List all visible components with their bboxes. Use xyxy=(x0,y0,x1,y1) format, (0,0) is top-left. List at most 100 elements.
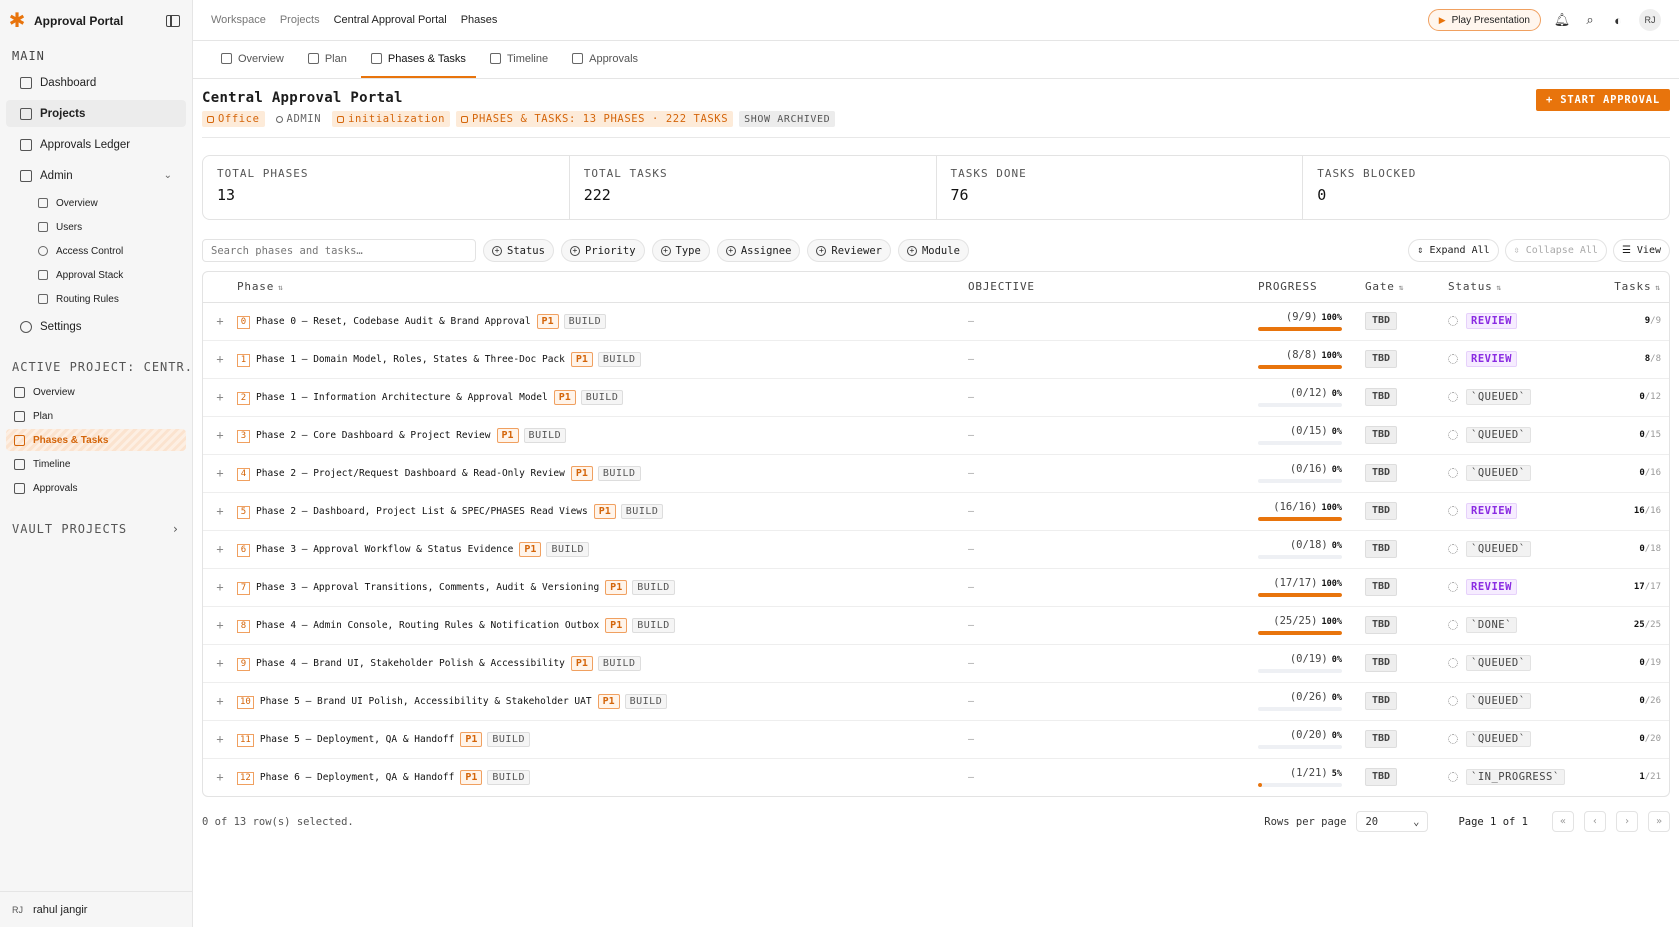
tab-timeline[interactable]: Timeline xyxy=(480,41,558,78)
search-icon[interactable]: ⌕ xyxy=(1583,12,1597,27)
expand-row-icon[interactable]: + xyxy=(203,454,237,493)
table-row[interactable]: + 4 Phase 2 — Project/Request Dashboard &… xyxy=(203,454,1669,493)
start-approval-button[interactable]: + START APPROVAL xyxy=(1536,89,1670,111)
expand-row-icon[interactable]: + xyxy=(203,758,237,796)
expand-row-icon[interactable]: + xyxy=(203,682,237,721)
user-menu[interactable]: RJ rahul jangir xyxy=(0,891,192,927)
table-row[interactable]: + 2 Phase 1 — Information Architecture & … xyxy=(203,378,1669,417)
sidebar-sub-overview[interactable]: Overview xyxy=(6,192,186,214)
expand-row-icon[interactable]: + xyxy=(203,644,237,683)
status-badge: `QUEUED` xyxy=(1466,731,1531,747)
expand-row-icon[interactable]: + xyxy=(203,720,237,759)
main-area: Workspace Projects Central Approval Port… xyxy=(193,0,1679,927)
filter-priority[interactable]: + Priority xyxy=(560,239,645,262)
first-page-button[interactable]: « xyxy=(1552,811,1574,832)
sidebar-item-projects[interactable]: Projects xyxy=(6,100,186,127)
play-presentation-button[interactable]: ▶ Play Presentation xyxy=(1427,9,1541,31)
phase-name[interactable]: Phase 4 — Admin Console, Routing Rules &… xyxy=(256,620,599,631)
avatar[interactable]: RJ xyxy=(1639,9,1661,31)
sidebar-sub-approval-stack[interactable]: Approval Stack xyxy=(6,264,186,286)
show-archived-button[interactable]: SHOW ARCHIVED xyxy=(739,111,836,127)
theme-toggle-icon[interactable]: ◐ xyxy=(1611,13,1625,28)
expand-row-icon[interactable]: + xyxy=(203,378,237,417)
table-row[interactable]: + 9 Phase 4 — Brand UI, Stakeholder Polis… xyxy=(203,644,1669,683)
header-gate[interactable]: Gate ⇅ xyxy=(1365,272,1448,303)
table-row[interactable]: + 8 Phase 4 — Admin Console, Routing Rule… xyxy=(203,606,1669,645)
breadcrumb-projects[interactable]: Projects xyxy=(280,14,320,26)
expand-row-icon[interactable]: + xyxy=(203,568,237,607)
vault-projects-toggle[interactable]: VAULT PROJECTS › xyxy=(0,500,192,536)
filter-label: Assignee xyxy=(740,244,792,257)
project-nav-timeline[interactable]: Timeline xyxy=(6,453,186,475)
sidebar-item-approvals-ledger[interactable]: Approvals Ledger xyxy=(6,131,186,158)
expand-row-icon[interactable]: + xyxy=(203,492,237,531)
project-nav-plan[interactable]: Plan xyxy=(6,405,186,427)
table-row[interactable]: + 0 Phase 0 — Reset, Codebase Audit & Bra… xyxy=(203,302,1669,341)
phase-name[interactable]: Phase 2 — Core Dashboard & Project Revie… xyxy=(256,430,491,441)
filter-module[interactable]: + Module xyxy=(897,239,969,262)
sidebar-item-dashboard[interactable]: Dashboard xyxy=(6,69,186,96)
table-row[interactable]: + 11 Phase 5 — Deployment, QA & Handoff P1… xyxy=(203,720,1669,759)
collapse-all-button[interactable]: ⇳ Collapse All xyxy=(1504,239,1607,262)
expand-all-button[interactable]: ⇕ Expand All xyxy=(1408,239,1499,262)
status-spinner-icon xyxy=(1448,544,1458,554)
breadcrumb-workspace[interactable]: Workspace xyxy=(211,14,266,26)
table-row[interactable]: + 12 Phase 6 — Deployment, QA & Handoff P1… xyxy=(203,758,1669,796)
rows-per-page-select[interactable]: 20 ⌄ xyxy=(1356,811,1429,832)
expand-row-icon[interactable]: + xyxy=(203,340,237,379)
sidebar-sub-access-control[interactable]: Access Control xyxy=(6,240,186,262)
tab-phases-tasks[interactable]: Phases & Tasks xyxy=(360,41,476,78)
table-row[interactable]: + 7 Phase 3 — Approval Transitions, Comme… xyxy=(203,568,1669,607)
table-row[interactable]: + 3 Phase 2 — Core Dashboard & Project Re… xyxy=(203,416,1669,455)
last-page-button[interactable]: » xyxy=(1648,811,1670,832)
phase-name[interactable]: Phase 2 — Dashboard, Project List & SPEC… xyxy=(256,506,588,517)
table-row[interactable]: + 10 Phase 5 — Brand UI Polish, Accessibi… xyxy=(203,682,1669,721)
phase-name[interactable]: Phase 5 — Deployment, QA & Handoff xyxy=(260,734,454,745)
expand-row-icon[interactable]: + xyxy=(203,416,237,455)
search-input[interactable] xyxy=(211,244,467,257)
progress-indicator: (9/9) 100% xyxy=(1258,311,1342,331)
phase-name[interactable]: Phase 3 — Approval Workflow & Status Evi… xyxy=(256,544,513,555)
phase-name[interactable]: Phase 0 — Reset, Codebase Audit & Brand … xyxy=(256,316,531,327)
expand-row-icon[interactable]: + xyxy=(203,530,237,569)
gate-cell: TBD xyxy=(1365,682,1448,721)
sidebar-item-settings[interactable]: Settings xyxy=(6,313,186,340)
prev-page-button[interactable]: ‹ xyxy=(1584,811,1606,832)
expand-row-icon[interactable]: + xyxy=(203,606,237,645)
expand-row-icon[interactable]: + xyxy=(203,302,237,341)
project-nav-phases-tasks[interactable]: Phases & Tasks xyxy=(6,429,186,451)
view-button[interactable]: ☰ View xyxy=(1612,239,1670,262)
next-page-button[interactable]: › xyxy=(1616,811,1638,832)
document-icon xyxy=(14,410,25,422)
phase-name[interactable]: Phase 1 — Domain Model, Roles, States & … xyxy=(256,354,565,365)
phase-name[interactable]: Phase 1 — Information Architecture & App… xyxy=(256,392,548,403)
tab-plan[interactable]: Plan xyxy=(298,41,357,78)
phase-name[interactable]: Phase 3 — Approval Transitions, Comments… xyxy=(256,582,599,593)
phase-name[interactable]: Phase 4 — Brand UI, Stakeholder Polish &… xyxy=(256,658,565,669)
sidebar-item-admin[interactable]: Admin ⌄ xyxy=(6,162,186,189)
sidebar-sub-users[interactable]: Users xyxy=(6,216,186,238)
sidebar-sub-routing-rules[interactable]: Routing Rules xyxy=(6,288,186,310)
filter-reviewer[interactable]: + Reviewer xyxy=(807,239,891,262)
header-phase[interactable]: Phase ⇅ xyxy=(237,272,968,303)
table-row[interactable]: + 6 Phase 3 — Approval Workflow & Status … xyxy=(203,530,1669,569)
phase-name[interactable]: Phase 2 — Project/Request Dashboard & Re… xyxy=(256,468,565,479)
tab-approvals[interactable]: Approvals xyxy=(562,41,648,78)
filter-type[interactable]: + Type xyxy=(651,239,710,262)
header-tasks[interactable]: Tasks ⇅ xyxy=(1576,272,1669,303)
sidebar-toggle-icon[interactable] xyxy=(166,14,180,27)
gate-badge: TBD xyxy=(1365,388,1398,406)
bell-icon[interactable]: 🔔︎ xyxy=(1554,12,1571,27)
tab-overview[interactable]: Overview xyxy=(211,41,294,78)
header-status[interactable]: Status ⇅ xyxy=(1448,272,1576,303)
phase-name[interactable]: Phase 5 — Brand UI Polish, Accessibility… xyxy=(260,696,592,707)
project-nav-approvals[interactable]: Approvals xyxy=(6,477,186,499)
filter-assignee[interactable]: + Assignee xyxy=(716,239,801,262)
table-row[interactable]: + 5 Phase 2 — Dashboard, Project List & S… xyxy=(203,492,1669,531)
filter-status[interactable]: + Status xyxy=(483,239,554,262)
project-nav-overview[interactable]: Overview xyxy=(6,381,186,403)
users-icon xyxy=(38,222,48,232)
phase-name[interactable]: Phase 6 — Deployment, QA & Handoff xyxy=(260,772,454,783)
table-row[interactable]: + 1 Phase 1 — Domain Model, Roles, States… xyxy=(203,340,1669,379)
breadcrumb-project[interactable]: Central Approval Portal xyxy=(334,14,447,26)
